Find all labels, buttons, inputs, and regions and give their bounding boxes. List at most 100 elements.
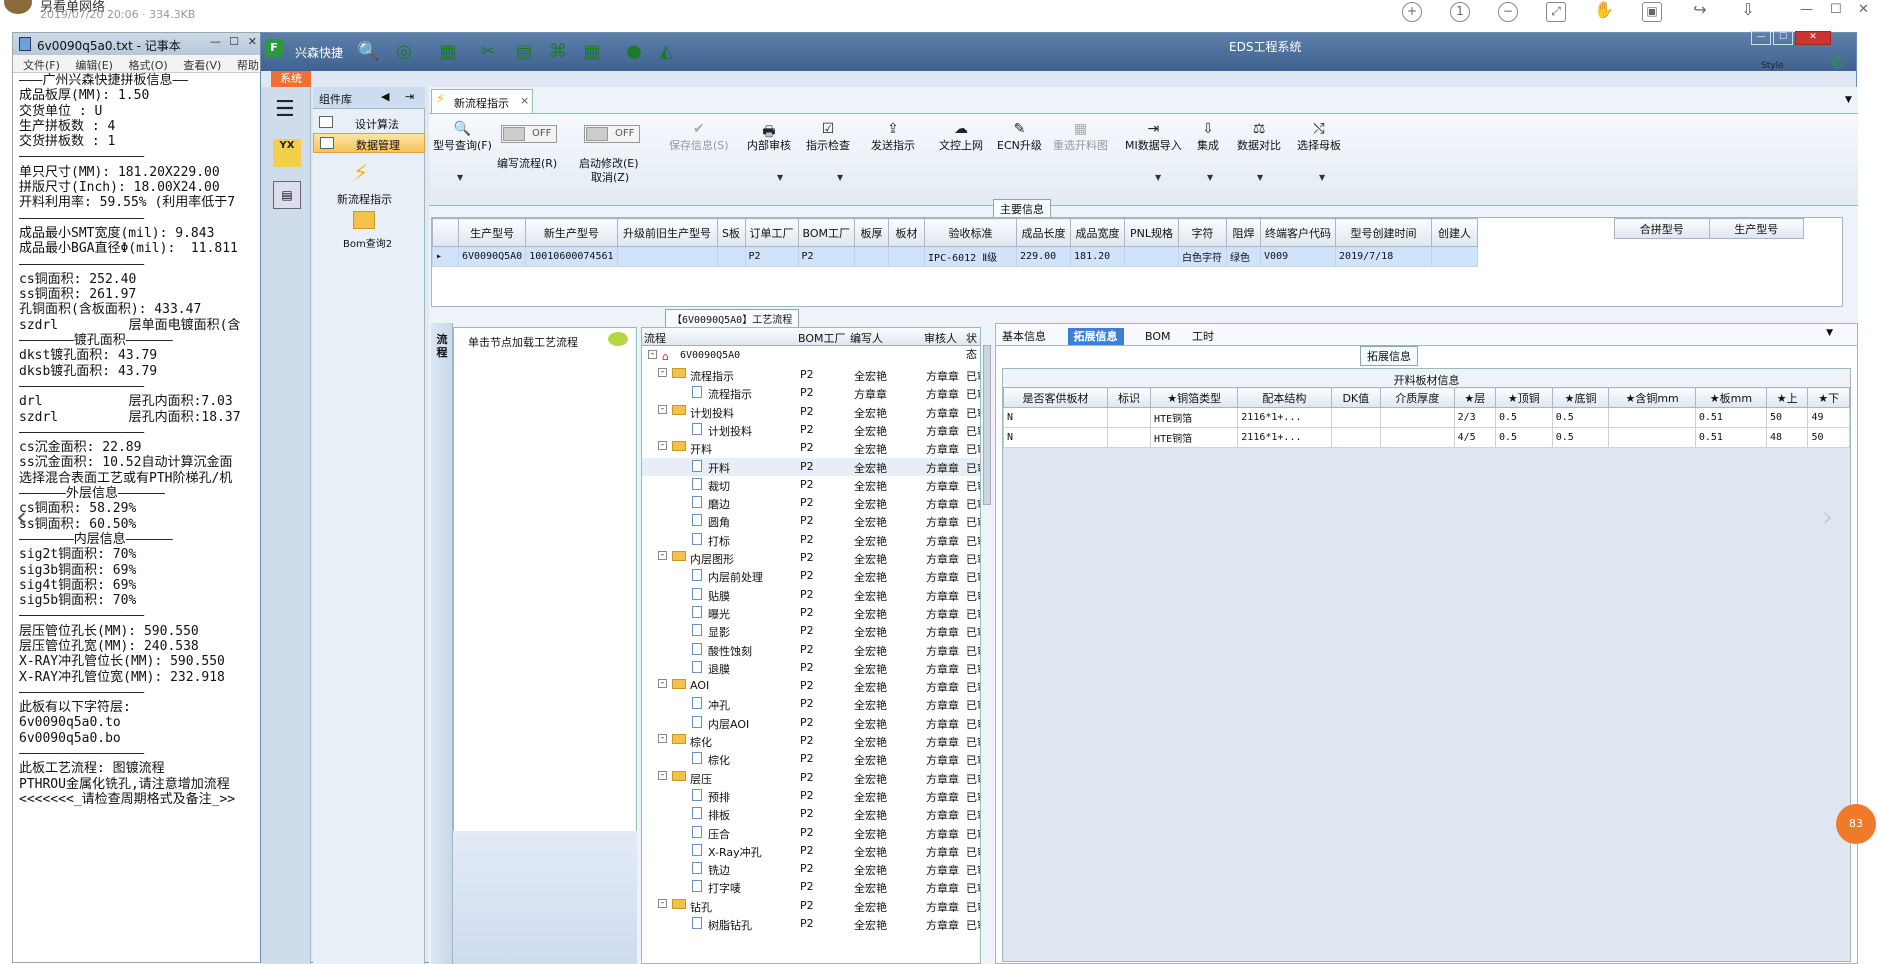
data-compare-dropdown-icon[interactable]: ▼ — [1257, 173, 1263, 182]
internal-review-button[interactable]: 🖶 内部审核 — [747, 121, 791, 153]
cell[interactable]: N — [1002, 407, 1109, 428]
tree-node[interactable]: 退膜 P2 全宏艳 方章章已审核 — [642, 659, 980, 677]
tab-work-hours[interactable]: 工时 — [1192, 330, 1214, 343]
cell[interactable]: 48 — [1765, 427, 1809, 448]
col-header[interactable]: 创建人 — [1431, 218, 1479, 247]
cell[interactable] — [1330, 407, 1382, 428]
instruction-check-dropdown-icon[interactable]: ▼ — [837, 173, 843, 182]
cut-icon[interactable]: ✂ — [477, 41, 499, 63]
mi-import-dropdown-icon[interactable]: ▼ — [1155, 173, 1161, 182]
cell[interactable]: 6V0090Q5A0 — [457, 246, 527, 267]
tree-node[interactable]: 流程指示P2方章章方章章已审核 — [642, 384, 980, 402]
col-header[interactable]: ★板mm — [1694, 387, 1768, 408]
col-header[interactable]: 验收标准 — [924, 218, 1018, 247]
menu-edit[interactable]: 编辑(E) — [75, 59, 113, 72]
cell[interactable]: 181.20 — [1070, 246, 1126, 267]
col-prod-model[interactable]: 生产型号 — [1708, 218, 1804, 239]
cancel-button[interactable]: 取消(Z) — [591, 169, 629, 185]
col-header[interactable]: BOM工厂 — [797, 218, 856, 247]
download-icon[interactable]: ⇩ — [1738, 2, 1758, 22]
instruction-check-button[interactable]: ☑ 指示检查 — [806, 121, 850, 153]
notepad-text-area[interactable]: ———广州兴森快捷拼板信息—— 成品板厚(MM): 1.50 交货单位 : U 生产拼… — [13, 73, 261, 963]
tree-node[interactable]: - 开料 P2 全宏艳 方章章已审核 — [642, 439, 980, 457]
cell[interactable] — [1107, 427, 1152, 448]
notepad-maximize-icon[interactable]: ☐ — [229, 35, 239, 48]
tree-node[interactable]: 贴膜 P2 全宏艳 方章章已审核 — [642, 586, 980, 604]
tree-node[interactable]: 排板 P2 全宏艳 方章章已审核 — [642, 805, 980, 823]
col-flow[interactable]: 流程 — [644, 330, 666, 346]
menu-file[interactable]: 文件(F) — [23, 59, 60, 72]
collapse-icon[interactable]: - — [658, 734, 667, 743]
collapse-icon[interactable]: - — [658, 770, 667, 780]
phone-icon[interactable]: ✆ — [1831, 53, 1844, 72]
complib-item-data[interactable]: 数据管理 — [313, 133, 425, 153]
table-row[interactable]: ▸ 6V0090Q5A0 10010600074561 P2 P2 IPC-6012 Ⅱ级… — [432, 246, 1479, 267]
menu-format[interactable]: 格式(O) — [128, 59, 167, 72]
col-header[interactable]: S板 — [716, 218, 746, 247]
col-header[interactable]: DK值 — [1330, 387, 1382, 408]
yx-icon[interactable]: YX — [273, 139, 301, 167]
collapse-icon[interactable]: - — [658, 441, 667, 451]
save-info-button[interactable]: ✔ 保存信息(S) — [669, 121, 729, 153]
tree-node[interactable]: 铣边 P2 全宏艳 方章章已审核 — [642, 860, 980, 878]
col-header[interactable]: 终端客户代码 — [1260, 218, 1337, 247]
col-header[interactable]: 是否客供板材 — [1002, 387, 1109, 408]
tree-node[interactable]: 裁切 P2 全宏艳 方章章已审核 — [642, 476, 980, 494]
tree-node[interactable]: 压合 P2 全宏艳 方章章已审核 — [642, 824, 980, 842]
col-header[interactable]: 字符 — [1178, 218, 1228, 247]
cell[interactable] — [1107, 407, 1152, 428]
col-header[interactable]: 板材 — [888, 218, 926, 247]
col-header[interactable]: 升级前旧生产型号 — [616, 218, 718, 247]
col-header[interactable]: ★含铜mm — [1608, 387, 1696, 408]
tree-root[interactable]: - ⌂ 6V0090Q5A0 — [642, 348, 980, 366]
cell[interactable]: N — [1002, 427, 1109, 448]
cell[interactable]: 10010600074561 — [525, 246, 618, 267]
col-header[interactable]: 板厚 — [854, 218, 890, 247]
tree-scrollbar[interactable] — [983, 345, 991, 505]
tab-basic-info[interactable]: 基本信息 — [1002, 330, 1046, 343]
col-header[interactable]: 标识 — [1107, 387, 1152, 408]
tree-node[interactable]: - 钻孔 P2 全宏艳 方章章已审核 — [642, 897, 980, 915]
col-header[interactable]: 订单工厂 — [744, 218, 799, 247]
model-query-button[interactable]: 🔍 型号查询(F) — [433, 121, 492, 153]
tree-node[interactable]: 打字唛 P2 全宏艳 方章章已审核 — [642, 878, 980, 896]
col-header[interactable]: 介质厚度 — [1380, 387, 1455, 408]
cell[interactable]: 4/5 — [1453, 427, 1497, 448]
tree-node[interactable]: 磨边 P2 全宏艳 方章章已审核 — [642, 494, 980, 512]
cell[interactable]: 0.51 — [1694, 407, 1768, 428]
tree-node[interactable]: - 计划投料 P2 全宏艳 方章章已审核 — [642, 403, 980, 421]
zoom-out-icon[interactable]: − — [1498, 2, 1518, 22]
fullscreen-icon[interactable]: ⤢ — [1546, 2, 1566, 22]
col-header[interactable]: 阻焊 — [1226, 218, 1262, 247]
grid-icon[interactable]: ▦ — [437, 41, 459, 63]
tree-node[interactable]: 打标 P2 全宏艳 方章章已审核 — [642, 531, 980, 549]
integrate-dropdown-icon[interactable]: ▼ — [1207, 173, 1213, 182]
col-header[interactable]: PNL规格 — [1124, 218, 1180, 247]
system-tab[interactable]: 系统 — [271, 71, 311, 87]
cell[interactable] — [616, 246, 718, 267]
tree-node[interactable]: 内层AOI P2 全宏艳 方章章已审核 — [642, 714, 980, 732]
col-header[interactable]: ★上 — [1765, 387, 1809, 408]
cell[interactable]: 绿色 — [1226, 246, 1262, 267]
ecn-upgrade-button[interactable]: ✎ ECN升级 — [997, 121, 1042, 153]
cell[interactable]: V009 — [1260, 246, 1337, 267]
collapse-icon[interactable]: - — [658, 679, 667, 689]
eds-maximize-icon[interactable]: ☐ — [1773, 31, 1793, 45]
tree-node[interactable]: - 棕化 P2 全宏艳 方章章已审核 — [642, 732, 980, 750]
tree-node[interactable]: 酸性蚀刻 P2 全宏艳 方章章已审核 — [642, 641, 980, 659]
cell[interactable]: 50 — [1807, 427, 1850, 448]
lightning-icon[interactable]: ⚡ — [353, 161, 368, 186]
pin-icon[interactable]: ⇥ — [405, 90, 414, 103]
col-header[interactable]: 型号创建时间 — [1335, 218, 1433, 247]
style-label[interactable]: Style — [1761, 61, 1784, 71]
eds-close-icon[interactable]: ✕ — [1795, 31, 1831, 45]
search-icon[interactable]: 🔍 — [357, 41, 379, 63]
integrate-button[interactable]: ⇩ 集成 — [1197, 121, 1219, 153]
cell[interactable] — [854, 246, 890, 267]
cell[interactable] — [1380, 407, 1455, 428]
select-motherboard-button[interactable]: ⤭ 选择母板 — [1297, 121, 1341, 153]
col-header[interactable]: 新生产型号 — [525, 218, 618, 247]
eds-minimize-icon[interactable]: — — [1751, 31, 1771, 45]
close-icon[interactable]: ✕ — [1858, 2, 1869, 17]
cell[interactable]: 0.5 — [1495, 407, 1553, 428]
